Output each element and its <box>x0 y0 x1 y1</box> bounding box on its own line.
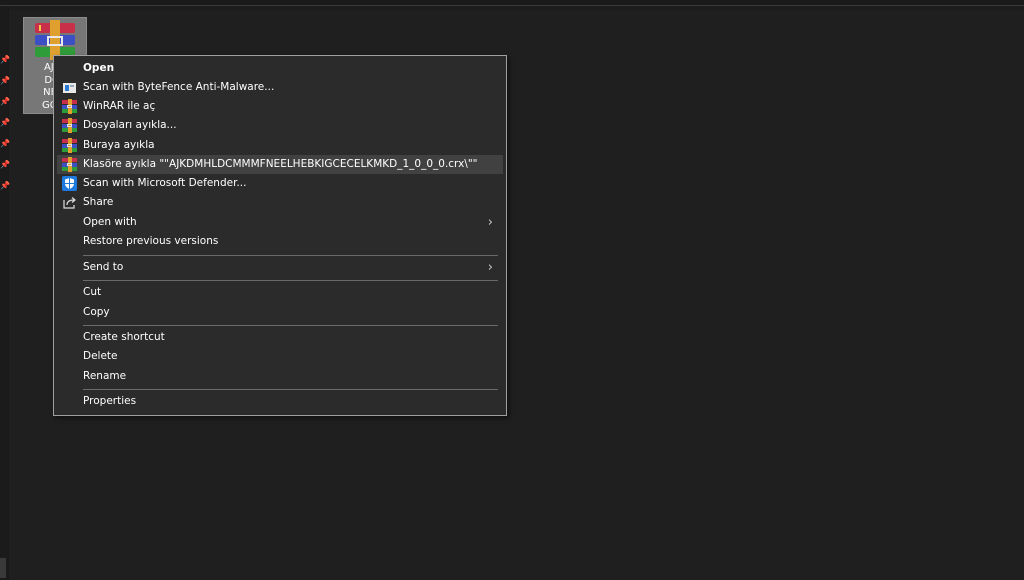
menu-item-winrar-open[interactable]: WinRAR ile aç <box>57 97 503 116</box>
share-icon <box>63 197 76 209</box>
context-menu: Open Scan with ByteFence Anti-Malware...… <box>53 55 507 416</box>
defender-shield-icon <box>62 176 77 191</box>
menu-separator <box>83 280 498 281</box>
menu-item-cut[interactable]: Cut <box>57 283 503 302</box>
menu-item-label: Scan with ByteFence Anti-Malware... <box>83 81 275 93</box>
menu-item-label: Rename <box>83 370 127 382</box>
menu-item-label: Buraya ayıkla <box>83 139 155 151</box>
menu-item-scan-defender[interactable]: Scan with Microsoft Defender... <box>57 174 503 193</box>
menu-item-label: Scan with Microsoft Defender... <box>83 177 247 189</box>
menu-item-label: Cut <box>83 286 102 298</box>
pin-icon[interactable]: 📌 <box>0 140 10 148</box>
pin-icon[interactable]: 📌 <box>0 77 10 85</box>
pin-icon[interactable]: 📌 <box>0 119 10 127</box>
menu-item-label: Share <box>83 196 114 208</box>
pin-icon[interactable]: 📌 <box>0 98 10 106</box>
menu-item-label: Open <box>83 62 115 74</box>
menu-item-properties[interactable]: Properties <box>57 392 503 411</box>
chevron-right-icon: › <box>487 215 493 230</box>
chevron-right-icon: › <box>487 260 493 275</box>
pin-icon[interactable]: 📌 <box>0 56 10 64</box>
menu-item-restore-previous-versions[interactable]: Restore previous versions <box>57 232 503 251</box>
menu-item-extract-files[interactable]: Dosyaları ayıkla... <box>57 116 503 135</box>
menu-item-label: Dosyaları ayıkla... <box>83 119 177 131</box>
menu-item-label: WinRAR ile aç <box>83 100 156 112</box>
menu-item-label: Open with <box>83 216 137 228</box>
winrar-archive-icon <box>35 20 75 60</box>
menu-item-open[interactable]: Open <box>57 59 503 78</box>
menu-item-label: Klasöre ayıkla ""AJKDMHLDCMMMFNEELHEBKIG… <box>83 158 478 170</box>
menu-item-share[interactable]: Share <box>57 193 503 212</box>
winrar-icon <box>62 138 77 153</box>
bytefence-icon <box>63 83 76 93</box>
menu-item-delete[interactable]: Delete <box>57 347 503 366</box>
menu-item-scan-bytefence[interactable]: Scan with ByteFence Anti-Malware... <box>57 78 503 97</box>
menu-item-extract-to-folder[interactable]: Klasöre ayıkla ""AJKDMHLDCMMMFNEELHEBKIG… <box>57 155 503 174</box>
pin-icon[interactable]: 📌 <box>0 182 10 190</box>
menu-separator <box>83 255 498 256</box>
toolbar-shadow <box>0 6 1024 10</box>
menu-item-label: Copy <box>83 306 110 318</box>
menu-item-label: Create shortcut <box>83 331 165 343</box>
menu-item-create-shortcut[interactable]: Create shortcut <box>57 328 503 347</box>
menu-separator <box>83 325 498 326</box>
navigation-pane[interactable]: 📌 📌 📌 📌 📌 📌 📌 <box>0 6 10 580</box>
winrar-icon <box>62 99 77 114</box>
winrar-icon <box>62 118 77 133</box>
menu-item-extract-here[interactable]: Buraya ayıkla <box>57 136 503 155</box>
menu-item-label: Restore previous versions <box>83 235 219 247</box>
menu-item-copy[interactable]: Copy <box>57 303 503 322</box>
menu-item-open-with[interactable]: Open with › <box>57 213 503 232</box>
menu-separator <box>83 389 498 390</box>
pin-icon[interactable]: 📌 <box>0 161 10 169</box>
menu-item-send-to[interactable]: Send to › <box>57 258 503 277</box>
menu-item-label: Properties <box>83 395 137 407</box>
menu-item-label: Send to <box>83 261 124 273</box>
nav-scrollbar-thumb[interactable] <box>0 558 6 578</box>
menu-item-rename[interactable]: Rename <box>57 367 503 386</box>
menu-item-label: Delete <box>83 350 118 362</box>
winrar-icon <box>62 157 77 172</box>
